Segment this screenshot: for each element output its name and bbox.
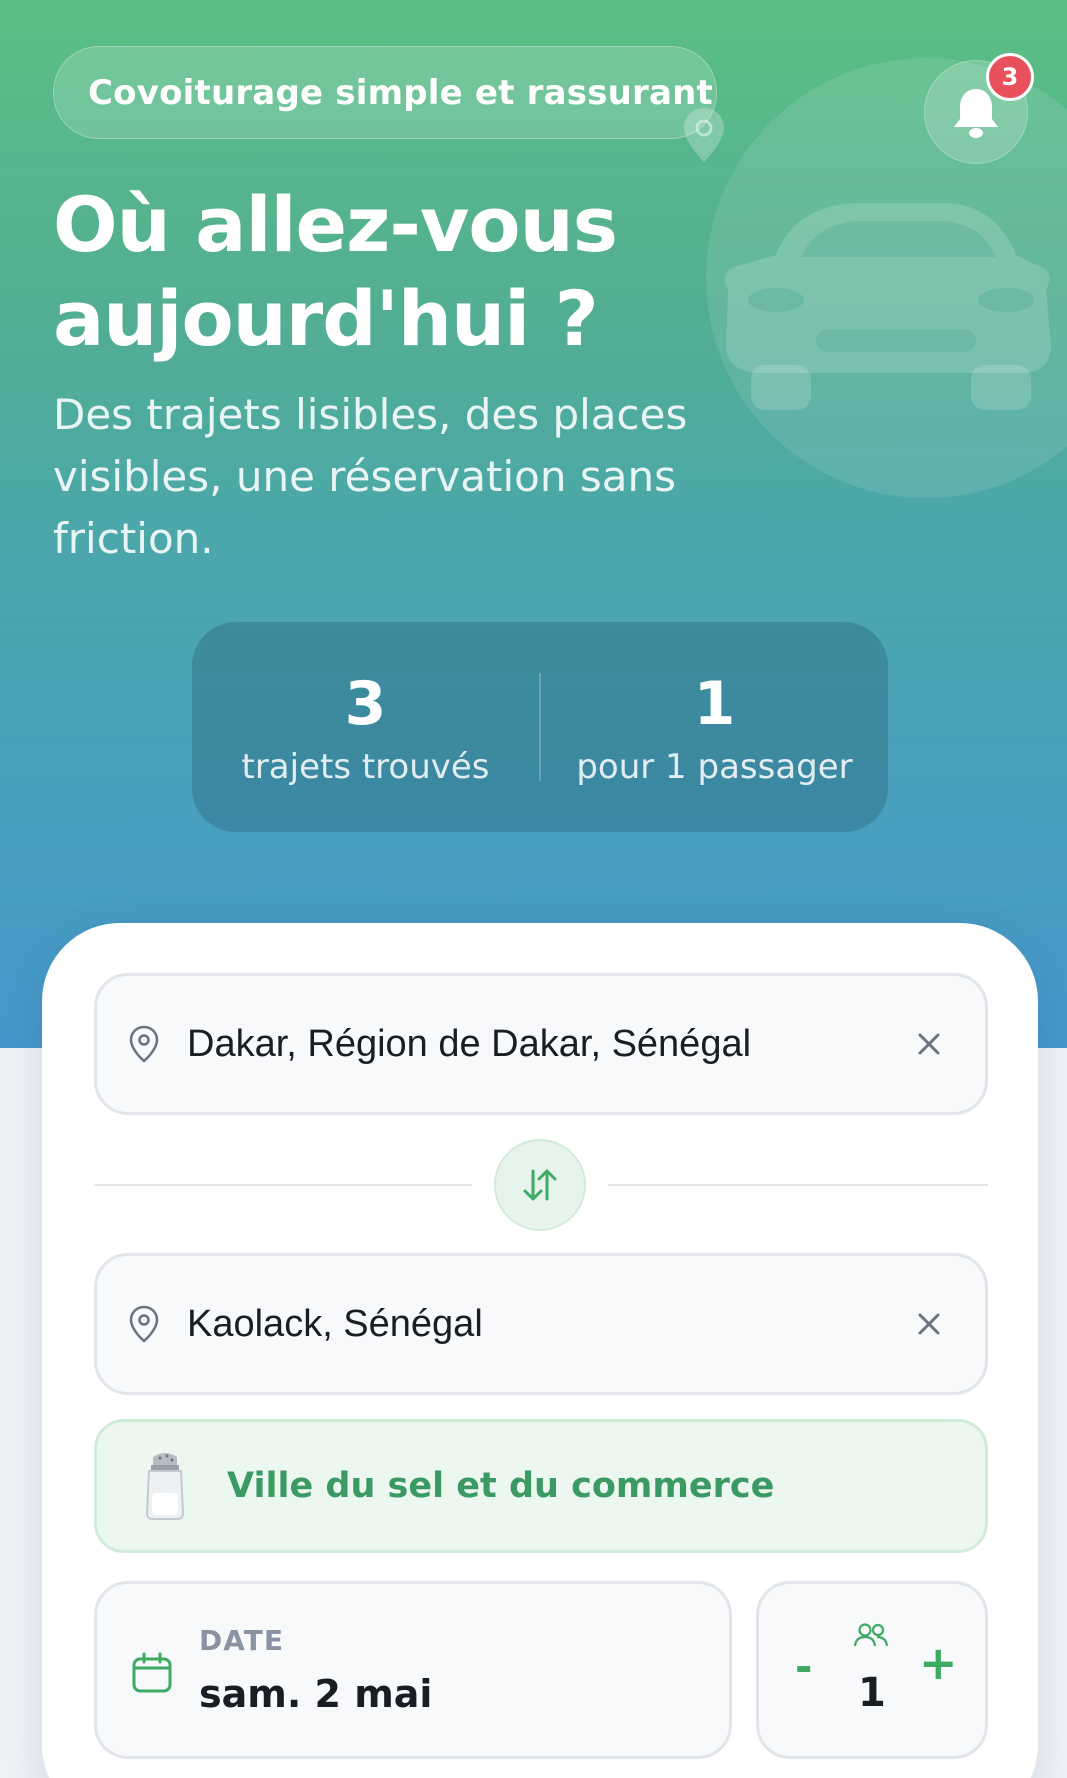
clear-icon (918, 1313, 940, 1335)
divider-line (94, 1184, 472, 1186)
page-title: Où allez-vous aujourd'hui ? (53, 178, 733, 366)
clear-departure-button[interactable] (909, 1024, 949, 1064)
tagline-text: Covoiturage simple et rassurant (88, 72, 714, 113)
stats-panel: 3 trajets trouvés 1 pour 1 passager (192, 622, 888, 832)
headline-line-2: aujourd'hui ? (53, 274, 599, 363)
stat-label: pour 1 passager (576, 747, 853, 787)
stat-value: 3 (344, 669, 387, 739)
divider-line (608, 1184, 988, 1186)
arrival-value: Kaolack, Sénégal (187, 1302, 483, 1345)
calendar-icon (132, 1652, 172, 1693)
destination-hint-text: Ville du sel et du commerce (227, 1466, 775, 1506)
stat-trips-found: 3 trajets trouvés (192, 667, 539, 787)
date-label: DATE (199, 1624, 284, 1657)
increase-passengers-button[interactable]: + (919, 1636, 958, 1690)
hero-header: Covoiturage simple et rassurant 3 Où all… (0, 0, 1067, 1048)
departure-value: Dakar, Région de Dakar, Sénégal (187, 1022, 752, 1065)
location-pin-icon (129, 1025, 159, 1063)
passenger-stepper: - 1 + (756, 1581, 988, 1759)
headline-line-1: Où allez-vous (53, 180, 618, 269)
decrease-passengers-button[interactable]: - (795, 1642, 812, 1691)
people-icon (853, 1623, 889, 1647)
date-picker[interactable]: DATE sam. 2 mai (94, 1581, 732, 1759)
stat-passengers: 1 pour 1 passager (541, 667, 888, 787)
hero-subtitle: Des trajets lisibles, des places visible… (53, 390, 688, 563)
notification-badge: 3 (986, 53, 1034, 101)
passenger-count: 1 (858, 1670, 886, 1716)
swap-icon (523, 1169, 557, 1201)
departure-field[interactable]: Dakar, Région de Dakar, Sénégal (94, 973, 988, 1115)
clear-arrival-button[interactable] (909, 1304, 949, 1344)
car-icon (724, 203, 1051, 410)
arrival-field[interactable]: Kaolack, Sénégal (94, 1253, 988, 1395)
clear-icon (918, 1033, 940, 1055)
swap-locations-button[interactable] (494, 1139, 586, 1231)
destination-hint: Ville du sel et du commerce (94, 1419, 988, 1553)
stat-label: trajets trouvés (241, 747, 490, 787)
date-value: sam. 2 mai (199, 1672, 433, 1716)
location-pin-icon (129, 1305, 159, 1343)
stat-value: 1 (693, 669, 736, 739)
salt-shaker-icon (145, 1453, 185, 1520)
tagline-pill: Covoiturage simple et rassurant (53, 46, 717, 139)
